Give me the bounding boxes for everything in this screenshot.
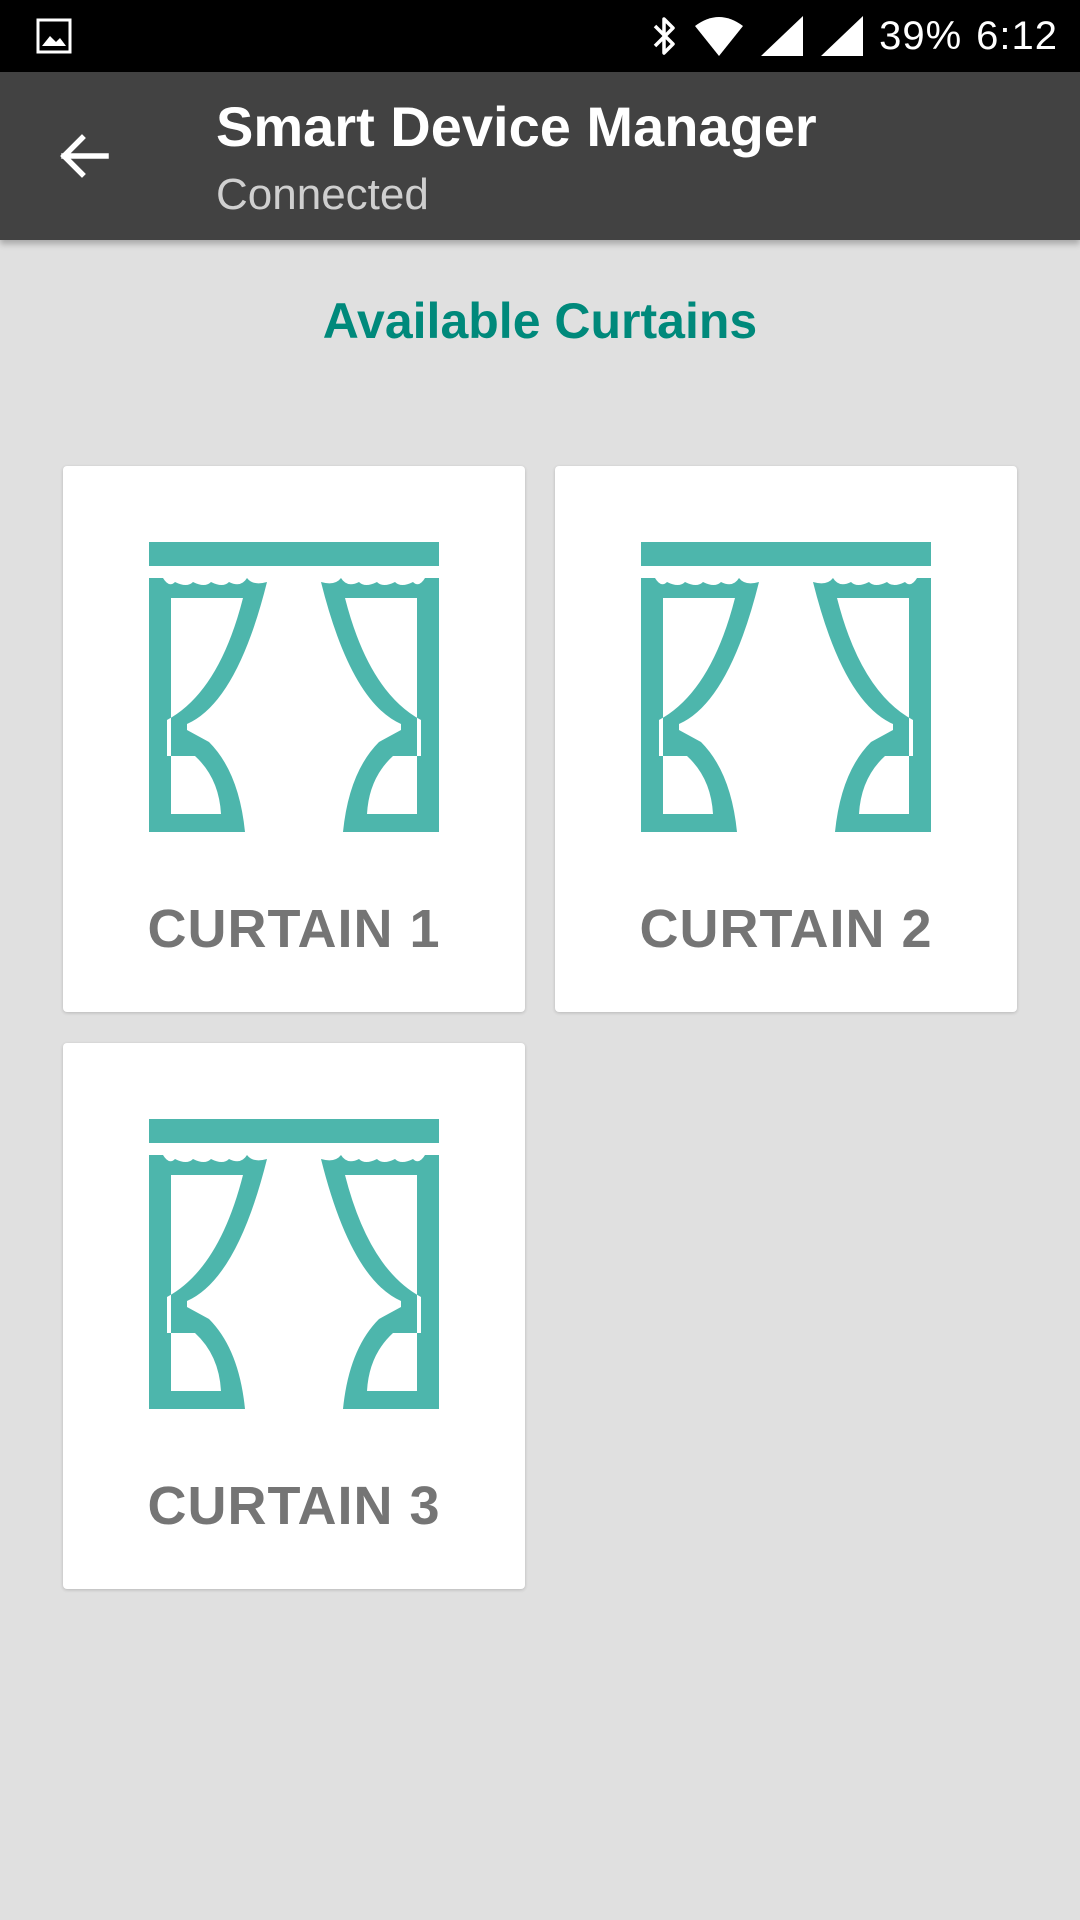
back-button[interactable] [36,108,132,204]
clock: 6:12 [976,13,1058,58]
app-title: Smart Device Manager [216,95,817,158]
arrow-back-icon [60,134,109,178]
battery-percentage: 39% [879,13,963,58]
gallery-icon [36,18,72,54]
curtain-label: CURTAIN 2 [639,899,933,959]
curtain-card-1[interactable]: CURTAIN 1 [63,466,525,1012]
app-bar: Smart Device Manager Connected [0,72,1080,240]
signal-icon [761,16,804,56]
curtain-icon [641,542,931,832]
bluetooth-icon [653,17,675,55]
curtain-card-2[interactable]: CURTAIN 2 [555,466,1017,1012]
section-heading: Available Curtains [322,293,758,349]
wifi-icon [695,17,744,56]
curtain-label: CURTAIN 1 [147,899,441,959]
curtain-card-3[interactable]: CURTAIN 3 [63,1043,525,1589]
curtain-icon [149,1119,439,1409]
curtain-label: CURTAIN 3 [147,1476,441,1536]
status-icons: 39% 6:12 [649,0,1058,72]
signal-icon [821,16,864,56]
curtain-icon [149,542,439,832]
status-bar: 39% 6:12 [0,0,1080,72]
connection-status: Connected [216,170,429,219]
